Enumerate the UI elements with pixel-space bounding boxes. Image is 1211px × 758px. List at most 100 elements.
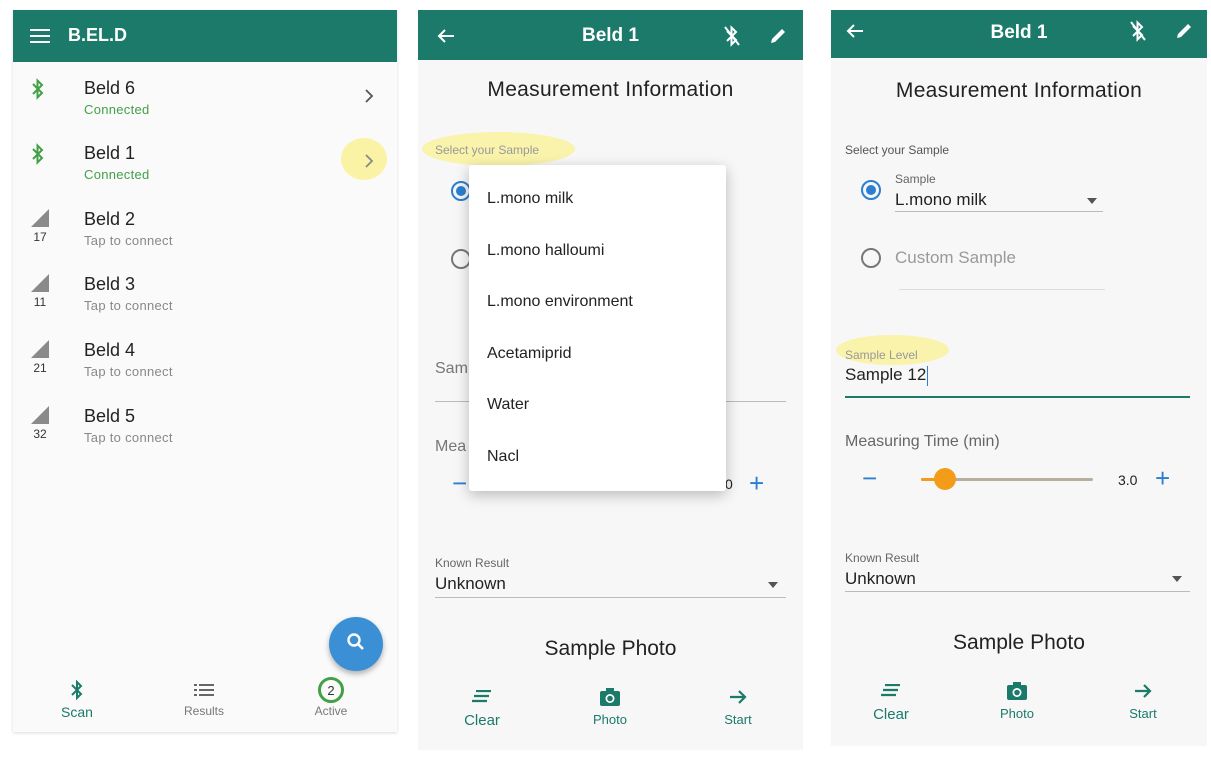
sample-radio[interactable]	[861, 180, 881, 200]
decrement-icon[interactable]: −	[452, 470, 467, 496]
app-title: B.EL.D	[68, 25, 128, 45]
photo-button[interactable]: Photo	[972, 678, 1062, 721]
start-button[interactable]: Start	[693, 684, 783, 727]
sample-photo-heading: Sample Photo	[544, 637, 677, 660]
signal-strength: 21	[29, 340, 51, 380]
custom-sample-radio[interactable]	[451, 249, 471, 269]
edit-pencil-icon[interactable]	[1171, 18, 1197, 44]
chevron-right-icon[interactable]	[359, 86, 379, 106]
device-row-beld-4[interactable]: 21 Beld 4 Tap to connect	[13, 328, 397, 394]
bottom-navigation: Scan Results 2 Active	[13, 670, 397, 732]
text-cursor	[927, 366, 928, 386]
nav-active[interactable]: 2 Active	[286, 677, 376, 718]
device-row-beld-3[interactable]: 11 Beld 3 Tap to connect	[13, 262, 397, 328]
nav-results[interactable]: Results	[159, 678, 249, 718]
dropdown-option[interactable]: L.mono halloumi	[487, 242, 604, 260]
arrow-right-icon	[693, 684, 783, 710]
sample-photo-heading: Sample Photo	[953, 631, 1085, 654]
clear-button[interactable]: Clear	[846, 678, 936, 723]
menu-icon[interactable]	[27, 23, 53, 49]
nav-scan[interactable]: Scan	[32, 678, 122, 720]
signal-value: 21	[33, 361, 47, 375]
dropdown-option[interactable]: L.mono environment	[487, 293, 633, 311]
decrement-icon[interactable]: −	[862, 465, 877, 491]
signal-icon	[31, 406, 49, 424]
increment-icon[interactable]: +	[749, 470, 764, 496]
photo-button[interactable]: Photo	[565, 684, 655, 727]
signal-value: 32	[33, 427, 47, 441]
dropdown-option[interactable]: Nacl	[487, 448, 519, 466]
signal-strength: 32	[29, 406, 51, 446]
bluetooth-disabled-icon[interactable]	[1125, 18, 1151, 44]
select-sample-label: Select your Sample	[845, 143, 950, 157]
chevron-right-icon[interactable]	[359, 151, 379, 171]
sample-select-value[interactable]: L.mono milk	[895, 190, 987, 210]
measurement-form-screen: Beld 1 Measurement Information Select yo…	[831, 10, 1207, 746]
dropdown-caret-icon[interactable]	[1087, 198, 1097, 204]
device-row-beld-6[interactable]: Beld 6 Connected	[13, 66, 397, 132]
camera-icon	[565, 684, 655, 710]
device-row-beld-2[interactable]: 17 Beld 2 Tap to connect	[13, 197, 397, 263]
device-row-beld-1[interactable]: Beld 1 Connected	[13, 131, 397, 197]
measuring-time-label: Measuring Time (min)	[845, 433, 1000, 450]
measuring-time-partial: Mea	[435, 438, 467, 455]
app-bar: Beld 1	[831, 10, 1207, 58]
known-result-underline	[845, 591, 1190, 592]
device-name: Beld 2	[84, 209, 136, 229]
clear-button[interactable]: Clear	[437, 684, 527, 729]
dropdown-caret-icon[interactable]	[768, 582, 778, 588]
app-bar: Beld 1	[418, 10, 803, 60]
slider-thumb[interactable]	[934, 468, 957, 490]
nav-results-label: Results	[183, 704, 224, 718]
signal-value: 17	[33, 230, 47, 244]
nav-scan-label: Scan	[61, 704, 93, 720]
device-list-screen: B.EL.D Beld 6 Connected Beld 1 Connected…	[13, 10, 397, 732]
sample-select-underline	[895, 211, 1103, 212]
sample-dropdown-menu: L.mono milk L.mono halloumi L.mono envir…	[469, 165, 726, 491]
signal-value: 11	[33, 295, 47, 309]
sample-level-input[interactable]: Sample 12	[845, 365, 926, 385]
increment-icon[interactable]: +	[1155, 465, 1170, 491]
device-title: Beld 1	[581, 25, 640, 46]
dropdown-option[interactable]: Acetamiprid	[487, 345, 571, 363]
known-result-underline	[435, 597, 786, 598]
dropdown-caret-icon[interactable]	[1172, 576, 1182, 582]
dropdown-option[interactable]: L.mono milk	[487, 190, 573, 208]
measurement-dropdown-screen: Beld 1 Measurement Information Select yo…	[418, 10, 803, 750]
photo-label: Photo	[1000, 706, 1034, 721]
search-fab-button[interactable]	[329, 617, 383, 671]
dropdown-option[interactable]: Water	[487, 396, 529, 414]
sample-field-label: Sample	[895, 172, 936, 186]
start-label: Start	[1129, 706, 1157, 721]
sample-level-label: Sample Level	[845, 348, 918, 362]
bluetooth-disabled-icon[interactable]	[719, 23, 745, 49]
sample-radio[interactable]	[451, 181, 471, 201]
bluetooth-connected-icon	[29, 143, 51, 183]
device-status: Tap to connect	[84, 298, 173, 313]
measurement-heading: Measurement Information	[895, 79, 1143, 102]
known-result-value[interactable]: Unknown	[435, 574, 506, 594]
custom-sample-label: Custom Sample	[895, 248, 1016, 267]
device-name: Beld 3	[84, 274, 136, 294]
edit-pencil-icon[interactable]	[765, 23, 791, 49]
custom-sample-radio[interactable]	[861, 248, 881, 268]
device-status: Connected	[84, 167, 150, 182]
signal-strength: 11	[29, 274, 51, 314]
clear-icon	[437, 684, 527, 710]
device-name: Beld 6	[84, 78, 136, 98]
start-button[interactable]: Start	[1098, 678, 1188, 721]
camera-icon	[972, 678, 1062, 704]
bluetooth-connected-icon	[29, 78, 51, 118]
device-name: Beld 1	[84, 143, 136, 163]
clear-label: Clear	[873, 706, 909, 723]
known-result-label: Known Result	[845, 551, 920, 565]
custom-sample-underline	[899, 289, 1105, 290]
signal-strength: 17	[29, 209, 51, 249]
app-bar: B.EL.D	[13, 10, 397, 62]
signal-icon	[31, 274, 49, 292]
measuring-time-value: 3.0	[1118, 472, 1138, 488]
device-row-beld-5[interactable]: 32 Beld 5 Tap to connect	[13, 394, 397, 460]
arrow-right-icon	[1098, 678, 1188, 704]
measurement-heading: Measurement Information	[487, 78, 734, 101]
known-result-value[interactable]: Unknown	[845, 569, 916, 589]
